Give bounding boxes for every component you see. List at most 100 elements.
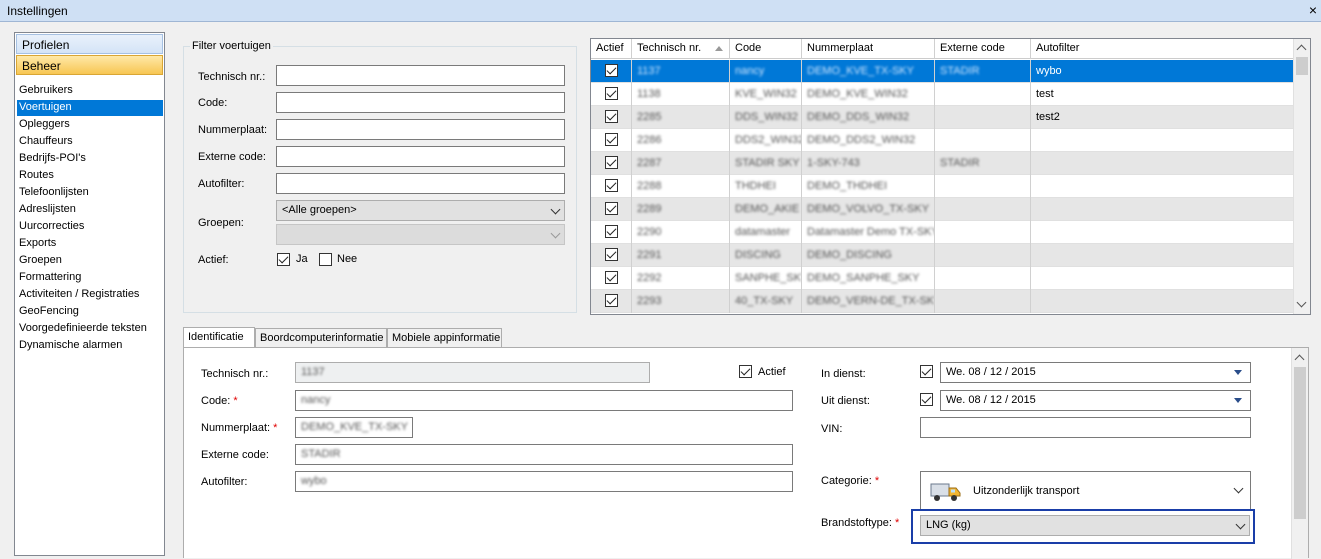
nummerplaat-value: DEMO_KVE_TX-SKY [301, 421, 408, 433]
grid-scroll-thumb[interactable] [1296, 57, 1308, 75]
row-nummerplaat-value: DEMO_DISCING [807, 249, 892, 261]
grid-scrollbar[interactable] [1293, 39, 1310, 314]
sidebar-item-geofencing[interactable]: GeoFencing [17, 304, 163, 320]
table-row[interactable]: 2288 THDHEI DEMO_THDHEI [591, 175, 1295, 198]
category-profielen[interactable]: Profielen [16, 34, 163, 54]
col-actief[interactable]: Actief [591, 39, 632, 59]
sidebar-item-gebruikers[interactable]: Gebruikers [17, 83, 163, 99]
sidebar-item-voorgedefinieerde-teksten[interactable]: Voorgedefinieerde teksten [17, 321, 163, 337]
sidebar-item-telefoonlijsten[interactable]: Telefoonlijsten [17, 185, 163, 201]
table-row[interactable]: 2287 STADIR SKY 1-SKY-743 STADIR [591, 152, 1295, 175]
filter-technisch-input[interactable] [276, 65, 565, 86]
row-autofilter-cell: test2 [1031, 106, 1295, 129]
tab-mobiele-appinformatie[interactable]: Mobiele appinformatie [387, 328, 502, 348]
table-row[interactable]: 2289 DEMO_AKIE DEMO_VOLVO_TX-SKY [591, 198, 1295, 221]
sidebar-item-exports[interactable]: Exports [17, 236, 163, 252]
row-actief-checkbox[interactable] [605, 271, 618, 284]
required-mark: * [895, 517, 900, 529]
in-dienst-datepicker[interactable]: We. 08 / 12 / 2015 [940, 362, 1251, 383]
row-externe-cell: STADIR [935, 60, 1031, 83]
row-actief-checkbox[interactable] [605, 225, 618, 238]
table-row[interactable]: 1137 nancy DEMO_KVE_TX-SKY STADIR wybo [591, 60, 1295, 83]
table-row[interactable]: 2291 DISCING DEMO_DISCING [591, 244, 1295, 267]
sidebar-item-dynamische-alarmen[interactable]: Dynamische alarmen [17, 338, 163, 354]
row-actief-checkbox[interactable] [605, 248, 618, 261]
row-technisch-cell: 2285 [632, 106, 730, 129]
table-row[interactable]: 2285 DDS_WIN32 DEMO_DDS_WIN32 test2 [591, 106, 1295, 129]
sidebar-item-activiteiten[interactable]: Activiteiten / Registraties [17, 287, 163, 303]
category-beheer[interactable]: Beheer [16, 55, 163, 75]
filter-nummerplaat-input[interactable] [276, 119, 565, 140]
col-externe-code[interactable]: Externe code [935, 39, 1031, 59]
table-row[interactable]: 2292 SANPHE_SKY DEMO_SANPHE_SKY [591, 267, 1295, 290]
brandstof-select[interactable]: LNG (kg) [920, 515, 1250, 536]
window-title: Instellingen [7, 4, 68, 18]
row-actief-checkbox[interactable] [605, 133, 618, 146]
row-actief-checkbox[interactable] [605, 110, 618, 123]
col-nummerplaat[interactable]: Nummerplaat [802, 39, 935, 59]
filter-code-input[interactable] [276, 92, 565, 113]
row-technisch-value: 2286 [637, 134, 662, 146]
row-autofilter-cell [1031, 152, 1295, 175]
sidebar-item-uurcorrecties[interactable]: Uurcorrecties [17, 219, 163, 235]
tab-boordcomputerinformatie[interactable]: Boordcomputerinformatie [255, 328, 387, 348]
uit-dienst-checkbox[interactable] [920, 393, 933, 406]
actief-checkbox[interactable] [739, 365, 752, 378]
row-actief-checkbox[interactable] [605, 156, 618, 169]
row-actief-checkbox[interactable] [605, 87, 618, 100]
scroll-up-icon[interactable] [1294, 354, 1305, 365]
panel-scroll-thumb[interactable] [1294, 367, 1306, 519]
row-nummerplaat-cell: DEMO_KVE_TX-SKY [802, 60, 935, 83]
col-autofilter[interactable]: Autofilter [1031, 39, 1295, 59]
row-actief-checkbox[interactable] [605, 294, 618, 307]
table-row[interactable]: 1138 KVE_WIN32 DEMO_KVE_WIN32 test [591, 83, 1295, 106]
scroll-up-icon[interactable] [1296, 44, 1307, 55]
row-actief-checkbox[interactable] [605, 179, 618, 192]
vin-field[interactable] [920, 417, 1251, 438]
code-field[interactable]: nancy [295, 390, 793, 411]
scroll-down-icon[interactable] [1296, 297, 1307, 308]
nummerplaat-field[interactable]: DEMO_KVE_TX-SKY [295, 417, 413, 438]
row-technisch-cell: 2288 [632, 175, 730, 198]
sidebar-item-routes[interactable]: Routes [17, 168, 163, 184]
sidebar-item-voertuigen[interactable]: Voertuigen [17, 100, 163, 116]
sidebar-item-groepen[interactable]: Groepen [17, 253, 163, 269]
close-icon[interactable]: × [1309, 2, 1317, 18]
externe-field[interactable]: STADIR [295, 444, 793, 465]
uit-dienst-datepicker[interactable]: We. 08 / 12 / 2015 [940, 390, 1251, 411]
sidebar-item-opleggers[interactable]: Opleggers [17, 117, 163, 133]
table-row[interactable]: 2290 datamaster Datamaster Demo TX-SKY [591, 221, 1295, 244]
row-actief-checkbox[interactable] [605, 64, 618, 77]
truck-icon [930, 483, 961, 501]
filter-autofilter-input[interactable] [276, 173, 565, 194]
row-technisch-value: 1137 [637, 65, 661, 77]
filter-ja-label: Ja [296, 253, 308, 265]
sidebar-item-adreslijsten[interactable]: Adreslijsten [17, 202, 163, 218]
filter-ja-checkbox[interactable] [277, 253, 290, 266]
panel-scrollbar[interactable] [1291, 348, 1308, 559]
sidebar-item-bedrijfs-pois[interactable]: Bedrijfs-POI's [17, 151, 163, 167]
row-nummerplaat-cell: DEMO_THDHEI [802, 175, 935, 198]
table-row[interactable]: 2286 DDS2_WIN32 DEMO_DDS2_WIN32 [591, 129, 1295, 152]
row-actief-cell [591, 267, 632, 290]
categorie-select[interactable]: Uitzonderlijk transport [920, 471, 1251, 511]
row-code-value: SANPHE_SKY [735, 272, 802, 284]
filter-externe-input[interactable] [276, 146, 565, 167]
row-code-value: datamaster [735, 226, 791, 238]
sidebar-item-chauffeurs[interactable]: Chauffeurs [17, 134, 163, 150]
row-actief-cell [591, 83, 632, 106]
row-actief-checkbox[interactable] [605, 202, 618, 215]
vin-label: VIN: [821, 423, 843, 435]
sidebar-item-formattering[interactable]: Formattering [17, 270, 163, 286]
col-technisch[interactable]: Technisch nr. [632, 39, 730, 59]
tab-identificatie[interactable]: Identificatie [183, 327, 255, 348]
filter-nee-checkbox[interactable] [319, 253, 332, 266]
filter-groepen-select[interactable]: <Alle groepen> [276, 200, 565, 221]
row-externe-cell [935, 106, 1031, 129]
chevron-down-icon [1235, 519, 1246, 530]
in-dienst-checkbox[interactable] [920, 365, 933, 378]
autofilter-field[interactable]: wybo [295, 471, 793, 492]
col-code[interactable]: Code [730, 39, 802, 59]
row-code-value: 40_TX-SKY [735, 295, 794, 307]
table-row[interactable]: 2293 40_TX-SKY DEMO_VERN-DE_TX-SKY [591, 290, 1295, 313]
